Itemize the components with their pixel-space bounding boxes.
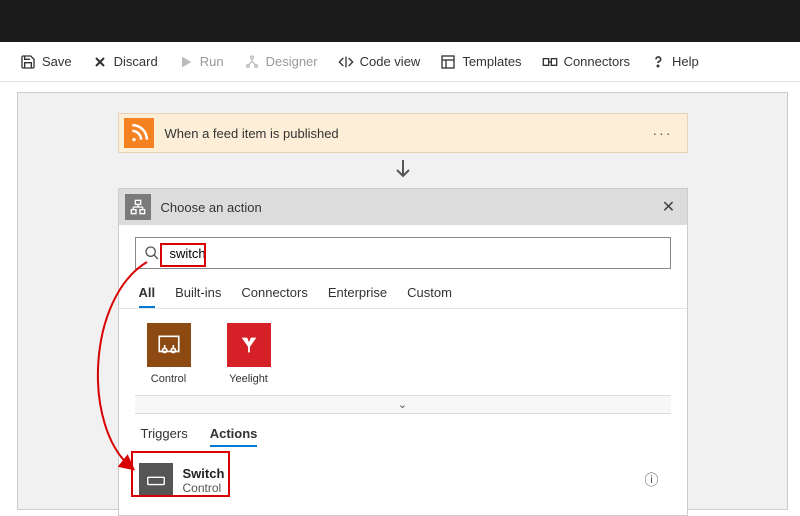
sub-tab-triggers[interactable]: Triggers — [141, 426, 188, 447]
codeview-button[interactable]: Code view — [330, 50, 429, 74]
play-icon — [178, 54, 194, 70]
title-bar — [0, 0, 800, 42]
connector-yeelight[interactable]: Yeelight — [221, 323, 277, 385]
search-input[interactable] — [168, 239, 670, 267]
trigger-card[interactable]: When a feed item is published ··· — [118, 113, 688, 153]
help-label: Help — [672, 54, 699, 69]
templates-icon — [440, 54, 456, 70]
codeview-label: Code view — [360, 54, 421, 69]
switch-icon — [139, 463, 173, 497]
help-button[interactable]: Help — [642, 50, 707, 74]
help-icon — [650, 54, 666, 70]
action-panel-icon — [125, 194, 151, 220]
filter-tabs: All Built-ins Connectors Enterprise Custom — [119, 277, 687, 309]
sub-tab-actions[interactable]: Actions — [210, 426, 258, 447]
action-subtitle: Control — [183, 481, 645, 495]
connector-control[interactable]: Control — [141, 323, 197, 385]
save-icon — [20, 54, 36, 70]
connectors-icon — [542, 54, 558, 70]
control-icon — [147, 323, 191, 367]
flow-arrow — [118, 153, 688, 188]
action-panel-title: Choose an action — [157, 200, 651, 215]
search-icon — [136, 245, 168, 261]
choose-action-panel: Choose an action ✕ All Built-ins Connector… — [118, 188, 688, 516]
action-info-button[interactable]: ⓘ — [645, 470, 667, 490]
search-box — [135, 237, 671, 269]
discard-label: Discard — [114, 54, 158, 69]
action-panel-header: Choose an action ✕ — [119, 189, 687, 225]
filter-tab-enterprise[interactable]: Enterprise — [328, 281, 387, 308]
filter-tab-custom[interactable]: Custom — [407, 281, 452, 308]
templates-button[interactable]: Templates — [432, 50, 529, 74]
save-button[interactable]: Save — [12, 50, 80, 74]
rss-icon — [124, 118, 154, 148]
run-button[interactable]: Run — [170, 50, 232, 74]
yeelight-icon — [227, 323, 271, 367]
close-panel-button[interactable]: ✕ — [651, 197, 687, 217]
connector-label: Yeelight — [221, 373, 277, 385]
filter-tab-all[interactable]: All — [139, 281, 156, 308]
filter-tab-connectors[interactable]: Connectors — [241, 281, 307, 308]
connectors-button[interactable]: Connectors — [534, 50, 638, 74]
code-icon — [338, 54, 354, 70]
action-title: Switch — [183, 466, 645, 481]
expand-connectors-button[interactable]: ⌄ — [135, 395, 671, 414]
designer-button[interactable]: Designer — [236, 50, 326, 74]
discard-button[interactable]: Discard — [84, 50, 166, 74]
command-toolbar: Save Discard Run Designer Code view Temp… — [0, 42, 800, 82]
connector-label: Control — [141, 373, 197, 385]
designer-canvas: When a feed item is published ··· Choose… — [17, 92, 788, 510]
run-label: Run — [200, 54, 224, 69]
triggers-actions-tabs: Triggers Actions — [119, 414, 687, 451]
connectors-label: Connectors — [564, 54, 630, 69]
designer-label: Designer — [266, 54, 318, 69]
action-switch[interactable]: Switch Control ⓘ — [135, 457, 671, 503]
action-list: Switch Control ⓘ — [119, 451, 687, 515]
trigger-more-button[interactable]: ··· — [639, 125, 687, 141]
templates-label: Templates — [462, 54, 521, 69]
save-label: Save — [42, 54, 72, 69]
filter-tab-built-ins[interactable]: Built-ins — [175, 281, 221, 308]
designer-icon — [244, 54, 260, 70]
connector-results: Control Yeelight — [119, 309, 687, 395]
close-icon — [92, 54, 108, 70]
trigger-title: When a feed item is published — [159, 126, 639, 141]
